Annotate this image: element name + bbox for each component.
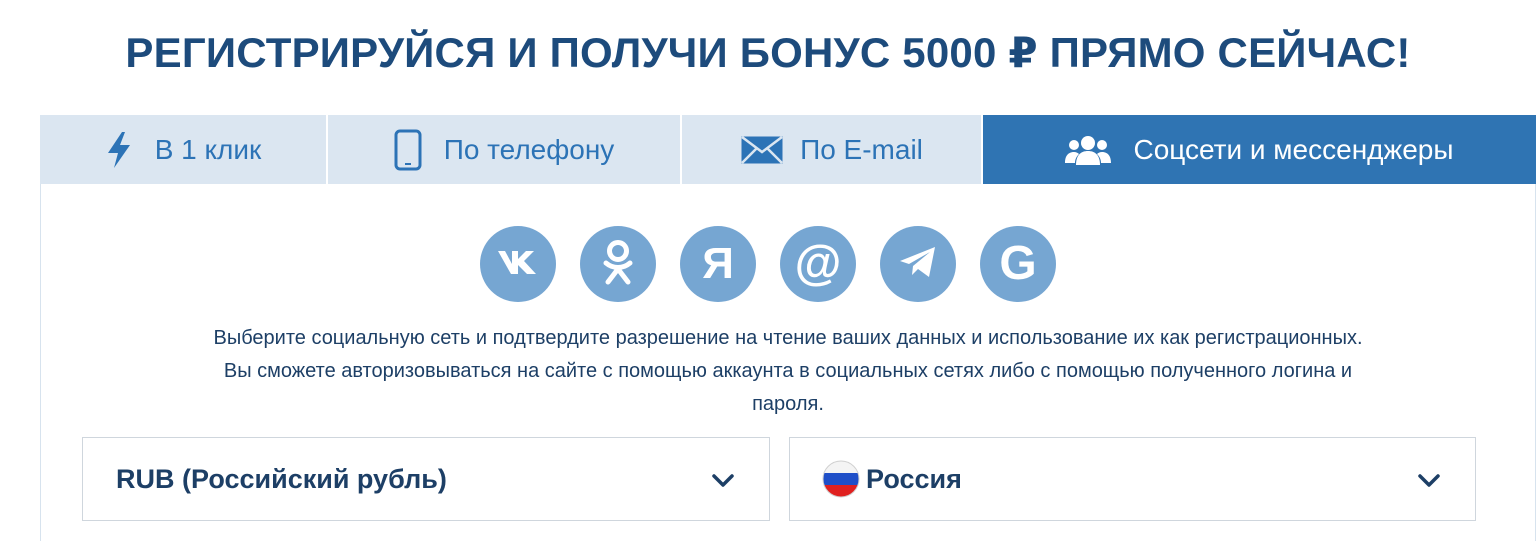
at-icon: @	[794, 237, 842, 290]
currency-value: RUB (Российский рубль)	[116, 463, 447, 494]
lightning-icon	[105, 131, 133, 169]
tab-label: По E-mail	[800, 133, 923, 165]
page-title: РЕГИСТРИРУЙСЯ И ПОЛУЧИ БОНУС 5000 ₽ ПРЯМ…	[125, 29, 1411, 76]
country-value: Россия	[866, 463, 962, 494]
vk-button[interactable]	[480, 226, 556, 302]
currency-select[interactable]: RUB (Российский рубль)	[82, 437, 770, 521]
tab-label: Соцсети и мессенджеры	[1133, 133, 1454, 165]
tab-phone[interactable]: По телефону	[328, 115, 682, 184]
tab-email[interactable]: По E-mail	[682, 115, 983, 184]
envelope-icon	[740, 135, 784, 165]
info-line: Вы сможете авторизовываться на сайте с п…	[223, 360, 1353, 382]
chevron-down-icon	[1417, 468, 1441, 497]
russia-flag-icon	[822, 460, 860, 498]
mail-ru-button[interactable]: @	[780, 226, 856, 302]
tab-social[interactable]: Соцсети и мессенджеры	[983, 115, 1536, 184]
odnoklassniki-button[interactable]	[580, 226, 656, 302]
yandex-icon: Я	[702, 239, 734, 288]
info-line: Выберите социальную сеть и подтвердите р…	[213, 327, 1363, 349]
tab-label: В 1 клик	[154, 133, 262, 165]
telegram-button[interactable]	[880, 226, 956, 302]
social-info-text: Выберите социальную сеть и подтвердите р…	[60, 322, 1516, 421]
google-button[interactable]: G	[980, 226, 1056, 302]
odnoklassniki-icon	[601, 239, 635, 290]
phone-icon	[394, 129, 422, 171]
social-buttons: Я @ G	[0, 226, 1536, 302]
registration-page: РЕГИСТРИРУЙСЯ И ПОЛУЧИ БОНУС 5000 ₽ ПРЯМ…	[0, 0, 1536, 541]
google-icon: G	[999, 237, 1037, 290]
registration-tabs: В 1 клик По телефону По E-mail Соцсети и…	[40, 115, 1536, 184]
telegram-icon	[898, 244, 938, 285]
yandex-button[interactable]: Я	[680, 226, 756, 302]
tab-one-click[interactable]: В 1 клик	[40, 115, 328, 184]
country-select[interactable]: Россия	[789, 437, 1476, 521]
users-icon	[1065, 134, 1112, 166]
info-line: пароля.	[752, 393, 824, 415]
vk-icon	[496, 248, 540, 281]
tab-label: По телефону	[443, 133, 615, 165]
chevron-down-icon	[711, 468, 735, 497]
